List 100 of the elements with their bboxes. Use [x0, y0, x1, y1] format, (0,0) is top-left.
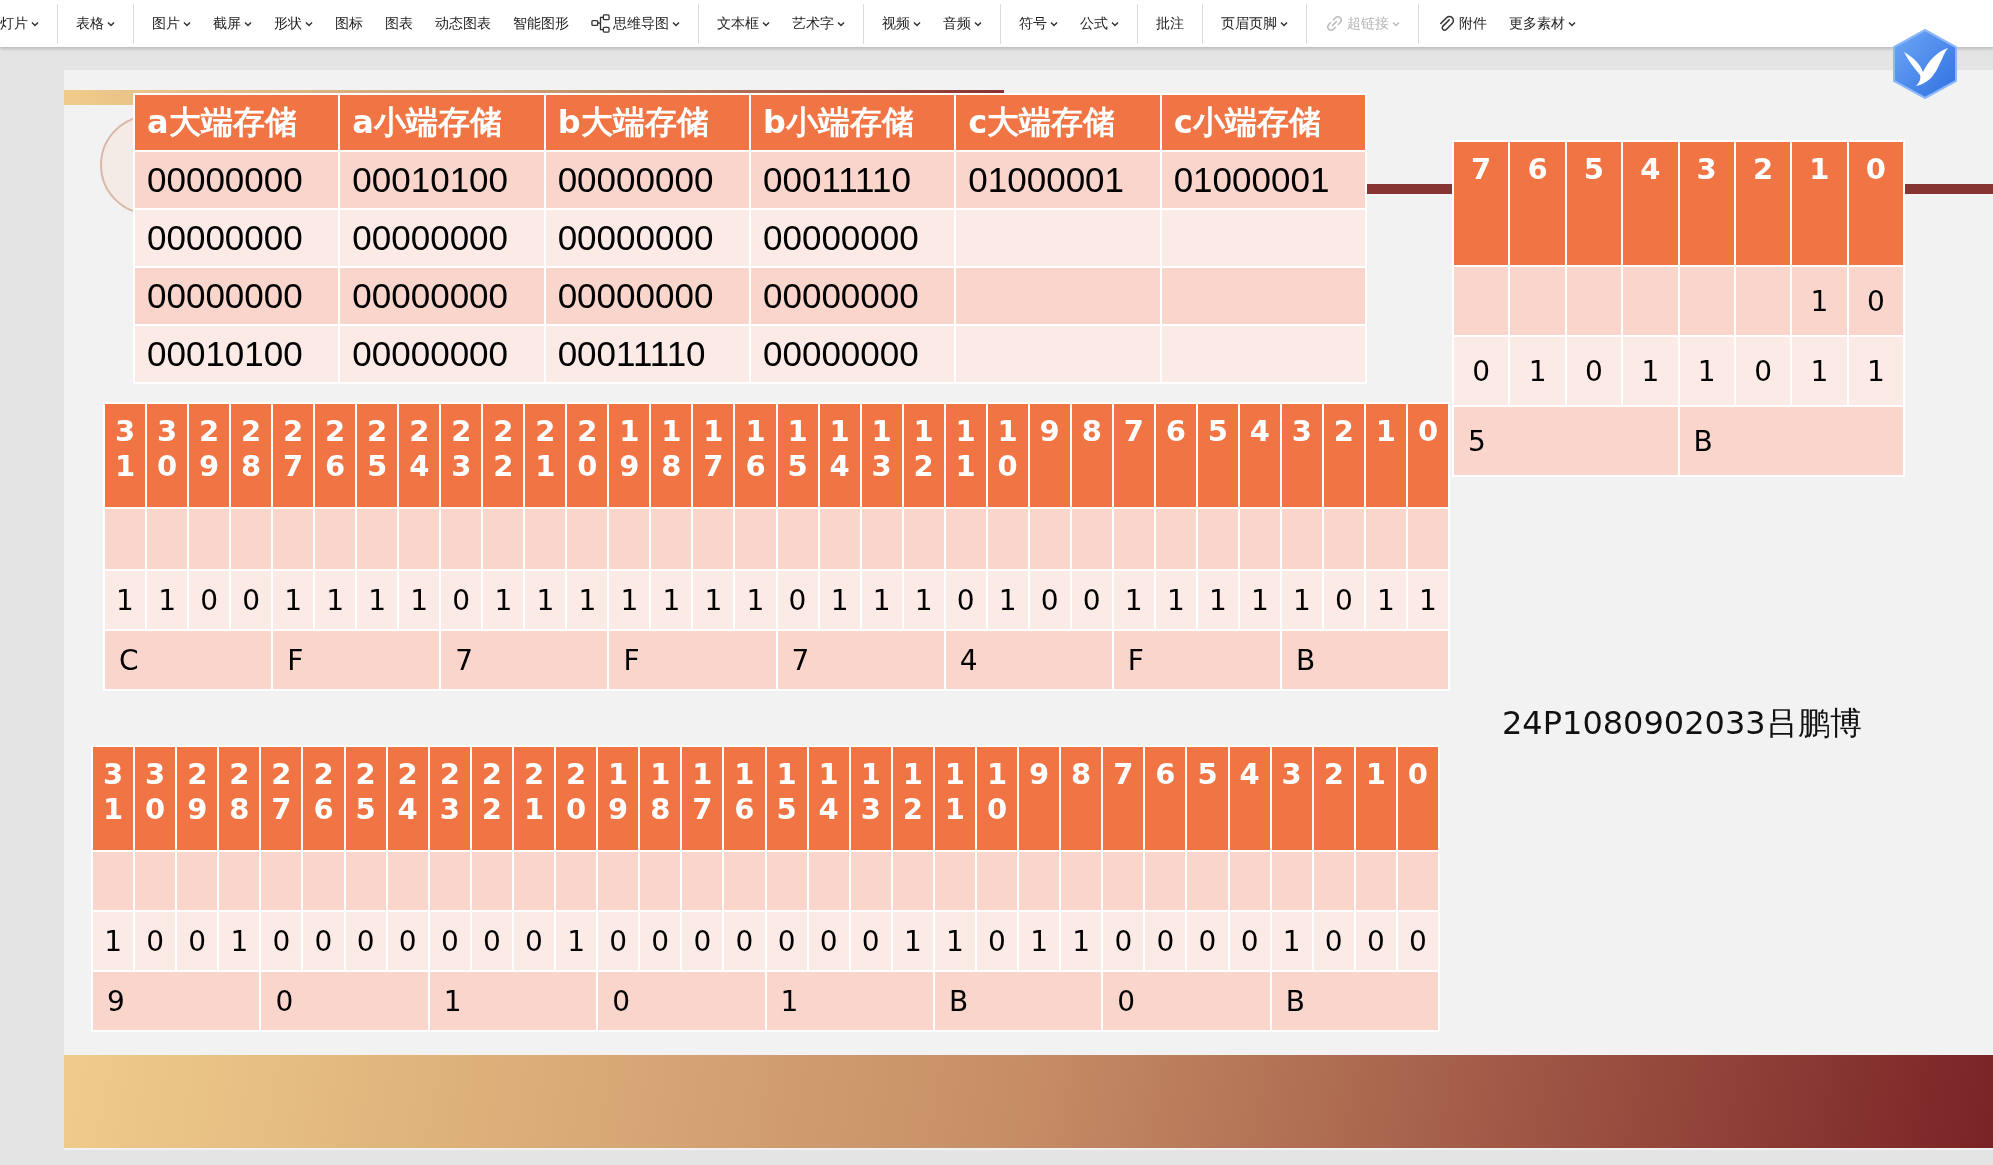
caret-icon — [1280, 20, 1288, 27]
toolbar-button[interactable]: 智能图形 — [507, 10, 575, 37]
table-cell — [1510, 267, 1565, 335]
table-cell — [609, 509, 650, 569]
table-cell — [387, 852, 428, 910]
table-cell: 0 — [231, 571, 272, 629]
table-cell: 1 — [735, 571, 776, 629]
bird-logo-icon[interactable] — [1890, 28, 1960, 100]
header-cell: 21 — [513, 747, 555, 850]
toolbar-button[interactable]: 更多素材 — [1503, 10, 1582, 37]
table-cell — [231, 509, 272, 569]
table-cell — [1061, 852, 1102, 910]
header-cell: 3 — [1271, 747, 1312, 850]
header-cell: 20 — [556, 747, 597, 850]
header-cell: 14 — [819, 404, 860, 507]
toolbar-button[interactable]: 图片 — [146, 10, 197, 37]
toolbar-button[interactable]: 表格 — [70, 10, 121, 37]
table-cell: 1 — [567, 571, 608, 629]
table-cell: F — [273, 631, 440, 689]
header-cell: 27 — [261, 747, 302, 850]
table-cell — [1407, 509, 1448, 569]
caret-icon — [1568, 20, 1576, 27]
header-cell: 3 — [1281, 404, 1322, 507]
header-cell: 19 — [598, 747, 639, 850]
table-cell: 0 — [598, 912, 639, 970]
toolbar-button[interactable]: 批注 — [1150, 10, 1190, 37]
header-cell: 17 — [682, 747, 723, 850]
table-cell — [399, 509, 440, 569]
table-cell: 00000000 — [135, 268, 339, 324]
header-cell: 23 — [429, 747, 470, 850]
toolbar-button[interactable]: 页眉页脚 — [1215, 10, 1294, 37]
table-cell — [766, 852, 807, 910]
table-cell: 0 — [1229, 912, 1270, 970]
table-cell: 1 — [1271, 912, 1312, 970]
header-cell: 13 — [850, 747, 891, 850]
toolbar-button[interactable]: 灯片 — [0, 10, 45, 37]
table-cell — [1281, 509, 1322, 569]
toolbar-button[interactable]: 动态图表 — [429, 10, 497, 37]
header-cell: 25 — [345, 747, 386, 850]
toolbar-button[interactable]: 文本框 — [711, 10, 776, 37]
header-cell: 2 — [1313, 747, 1354, 850]
table-cell — [693, 509, 734, 569]
table-cell: 1 — [1510, 337, 1565, 405]
table-cell: 0 — [1397, 912, 1438, 970]
header-cell: 0 — [1397, 747, 1438, 850]
table-cell: 1 — [315, 571, 356, 629]
toolbar-button[interactable]: 视频 — [876, 10, 927, 37]
table-cell: B — [934, 972, 1102, 1030]
table-cell: 1 — [525, 571, 566, 629]
header-cell: 8 — [1071, 404, 1112, 507]
header-cell: 4 — [1623, 142, 1678, 265]
table-cell: 0 — [1029, 571, 1070, 629]
header-cell: 5 — [1566, 142, 1622, 265]
caret-icon — [183, 20, 191, 27]
toolbar-button[interactable]: 图标 — [329, 10, 369, 37]
table-cell — [525, 509, 566, 569]
header-cell: 4 — [1229, 747, 1270, 850]
toolbar-button[interactable]: 公式 — [1074, 10, 1125, 37]
header-cell: 5 — [1197, 404, 1238, 507]
header-cell: 3 — [1679, 142, 1734, 265]
toolbar-button[interactable]: 思维导图 — [585, 10, 686, 37]
header-cell: 7 — [1454, 142, 1509, 265]
table-cell: 0 — [640, 912, 681, 970]
table-cell — [315, 509, 356, 569]
toolbar-button[interactable]: 图表 — [379, 10, 419, 37]
toolbar-button[interactable]: 音频 — [937, 10, 988, 37]
table-cell: F — [609, 631, 776, 689]
header-cell: 15 — [777, 404, 818, 507]
table-cell — [1113, 509, 1154, 569]
table-cell — [1145, 852, 1186, 910]
header-cell: 29 — [177, 747, 218, 850]
author-label: 24P1080902033吕鹏博 — [1502, 703, 1862, 744]
table-cell: 0 — [1187, 912, 1228, 970]
caret-icon — [672, 20, 680, 27]
toolbar-button[interactable]: 截屏 — [207, 10, 258, 37]
table-cell: 0 — [345, 912, 386, 970]
toolbar-button[interactable]: 形状 — [268, 10, 319, 37]
header-cell: 7 — [1103, 747, 1144, 850]
table-cell: 0 — [261, 912, 302, 970]
header-cell: 4 — [1239, 404, 1280, 507]
header-cell: 1 — [1355, 747, 1396, 850]
table-cell: 0 — [135, 912, 176, 970]
header-cell: 13 — [861, 404, 902, 507]
table-cell: 1 — [219, 912, 260, 970]
header-cell: 22 — [483, 404, 524, 507]
table-cell: 1 — [766, 972, 933, 1030]
table-cell: F — [1113, 631, 1280, 689]
table-cell — [934, 852, 975, 910]
table-cell: 01000001 — [956, 152, 1160, 208]
header-cell: b小端存储 — [751, 95, 955, 150]
caret-icon — [762, 20, 770, 27]
table-cell — [1029, 509, 1070, 569]
paperclip-icon — [1437, 14, 1456, 33]
toolbar-button[interactable]: 艺术字 — [786, 10, 851, 37]
toolbar-button[interactable]: 符号 — [1013, 10, 1064, 37]
table-cell — [1454, 267, 1509, 335]
toolbar-button[interactable]: 附件 — [1431, 10, 1493, 37]
table-cell: 0 — [441, 571, 482, 629]
header-cell: 10 — [987, 404, 1028, 507]
header-cell: 27 — [273, 404, 314, 507]
